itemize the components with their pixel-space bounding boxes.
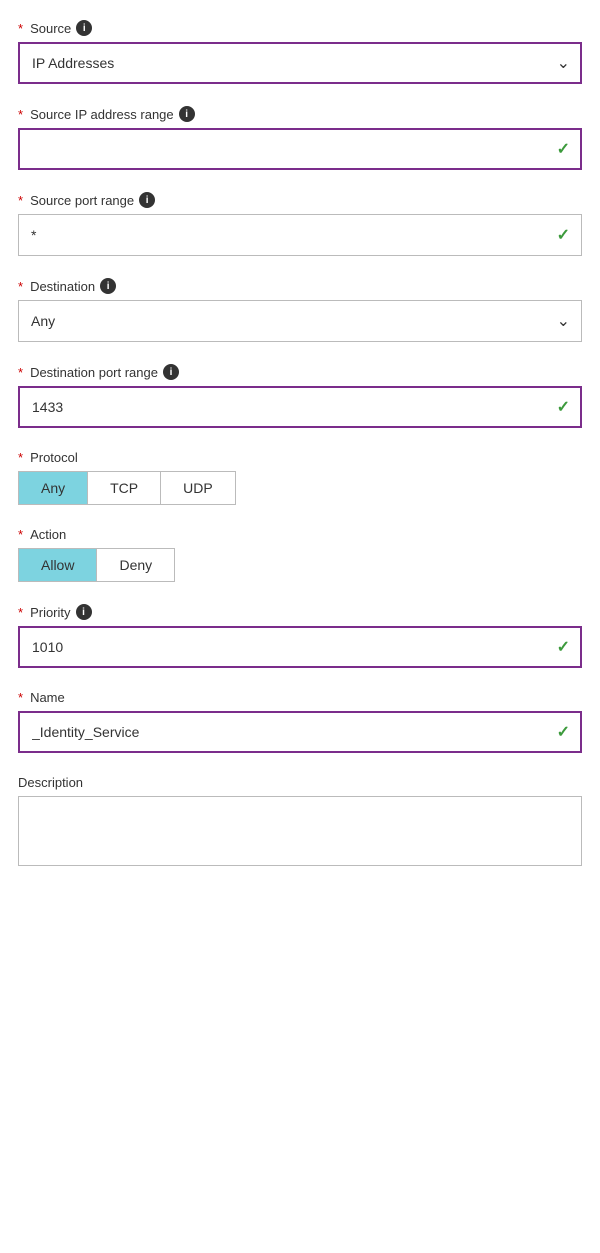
source-port-range-label: * Source port range i: [18, 192, 582, 208]
source-ip-range-check-icon: ✓: [557, 139, 570, 159]
priority-label: * Priority i: [18, 604, 582, 620]
name-label: * Name: [18, 690, 582, 705]
destination-label-text: Destination: [30, 279, 95, 294]
priority-check-icon: ✓: [557, 637, 570, 657]
destination-port-range-label: * Destination port range i: [18, 364, 582, 380]
source-ip-range-input[interactable]: [18, 128, 582, 170]
action-label-text: Action: [30, 527, 66, 542]
destination-port-range-info-icon[interactable]: i: [163, 364, 179, 380]
destination-field-group: * Destination i Any IP Addresses Service…: [18, 278, 582, 342]
required-star-action: *: [18, 527, 23, 542]
destination-port-range-label-text: Destination port range: [30, 365, 158, 380]
required-star-source-ip: *: [18, 107, 23, 122]
priority-input-wrapper: ✓: [18, 626, 582, 668]
source-ip-range-label: * Source IP address range i: [18, 106, 582, 122]
source-label: * Source i: [18, 20, 582, 36]
destination-port-range-check-icon: ✓: [557, 397, 570, 417]
priority-field-group: * Priority i ✓: [18, 604, 582, 668]
required-star-destination: *: [18, 279, 23, 294]
destination-port-range-input[interactable]: [18, 386, 582, 428]
required-star-protocol: *: [18, 450, 23, 465]
priority-input[interactable]: [18, 626, 582, 668]
protocol-toggle-group: Any TCP UDP: [18, 471, 236, 505]
required-star-source-port: *: [18, 193, 23, 208]
description-field-group: Description: [18, 775, 582, 871]
destination-label: * Destination i: [18, 278, 582, 294]
source-port-range-label-text: Source port range: [30, 193, 134, 208]
destination-select-wrapper: Any IP Addresses Service Tag Application…: [18, 300, 582, 342]
required-star-source: *: [18, 21, 23, 36]
description-label: Description: [18, 775, 582, 790]
destination-info-icon[interactable]: i: [100, 278, 116, 294]
description-label-text: Description: [18, 775, 83, 790]
destination-port-range-input-wrapper: ✓: [18, 386, 582, 428]
source-label-text: Source: [30, 21, 71, 36]
priority-info-icon[interactable]: i: [76, 604, 92, 620]
required-star-dest-port: *: [18, 365, 23, 380]
priority-label-text: Priority: [30, 605, 70, 620]
protocol-udp-button[interactable]: UDP: [161, 472, 235, 504]
source-select[interactable]: IP Addresses Any Service Tag Application…: [18, 42, 582, 84]
destination-port-range-field-group: * Destination port range i ✓: [18, 364, 582, 428]
name-input[interactable]: [18, 711, 582, 753]
destination-select[interactable]: Any IP Addresses Service Tag Application…: [18, 300, 582, 342]
source-select-wrapper: IP Addresses Any Service Tag Application…: [18, 42, 582, 84]
protocol-field-group: * Protocol Any TCP UDP: [18, 450, 582, 505]
name-field-group: * Name ✓: [18, 690, 582, 753]
required-star-priority: *: [18, 605, 23, 620]
source-port-range-field-group: * Source port range i ✓: [18, 192, 582, 256]
source-port-range-info-icon[interactable]: i: [139, 192, 155, 208]
protocol-label-text: Protocol: [30, 450, 78, 465]
action-field-group: * Action Allow Deny: [18, 527, 582, 582]
protocol-tcp-button[interactable]: TCP: [88, 472, 161, 504]
source-port-range-input-wrapper: ✓: [18, 214, 582, 256]
description-textarea[interactable]: [18, 796, 582, 866]
protocol-label: * Protocol: [18, 450, 582, 465]
action-toggle-group: Allow Deny: [18, 548, 175, 582]
action-deny-button[interactable]: Deny: [97, 549, 174, 581]
name-label-text: Name: [30, 690, 65, 705]
source-port-range-check-icon: ✓: [557, 225, 570, 245]
source-field-group: * Source i IP Addresses Any Service Tag …: [18, 20, 582, 84]
protocol-any-button[interactable]: Any: [19, 472, 88, 504]
action-allow-button[interactable]: Allow: [19, 549, 97, 581]
name-input-wrapper: ✓: [18, 711, 582, 753]
source-ip-range-field-group: * Source IP address range i ✓: [18, 106, 582, 170]
source-ip-range-input-wrapper: ✓: [18, 128, 582, 170]
source-port-range-input[interactable]: [18, 214, 582, 256]
source-ip-range-info-icon[interactable]: i: [179, 106, 195, 122]
source-info-icon[interactable]: i: [76, 20, 92, 36]
required-star-name: *: [18, 690, 23, 705]
name-check-icon: ✓: [557, 722, 570, 742]
source-ip-range-label-text: Source IP address range: [30, 107, 174, 122]
action-label: * Action: [18, 527, 582, 542]
